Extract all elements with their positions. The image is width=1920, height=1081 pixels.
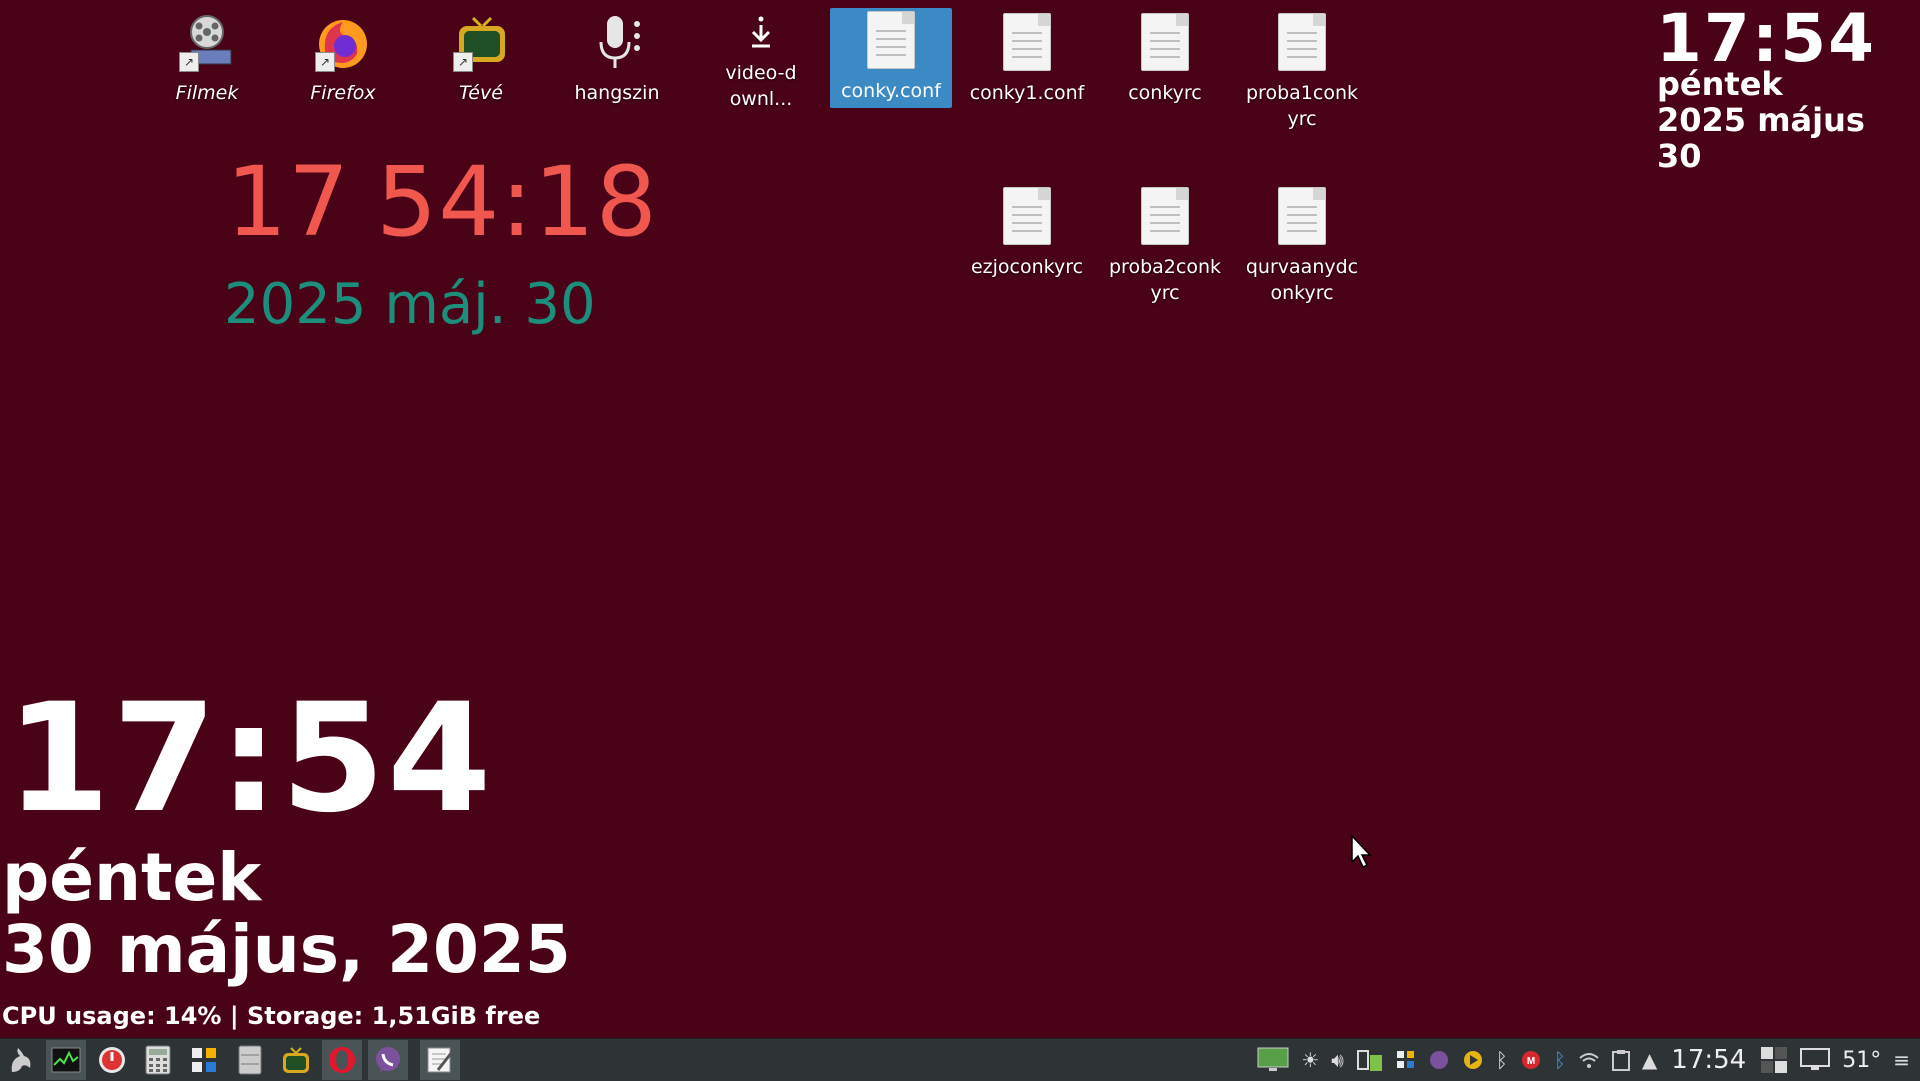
icon-label: Firefox [310, 82, 376, 104]
expand-arrow-icon[interactable]: ▲ [1642, 1048, 1657, 1072]
display-icon[interactable] [1257, 1047, 1289, 1073]
microphone-icon [585, 10, 649, 74]
apps-grid-icon[interactable] [1396, 1050, 1416, 1070]
clipboard-icon[interactable] [1611, 1049, 1630, 1071]
kdeconnect-icon[interactable] [1356, 1047, 1384, 1073]
desktop-icon-video-downloader[interactable]: video-downl... [700, 10, 822, 112]
bluetooth-alt-icon[interactable]: ᛒ [1554, 1048, 1566, 1072]
icon-label: conky1.conf [969, 82, 1085, 104]
tv-icon: ↗ [449, 10, 513, 74]
conky-center-clock: 17 54:18 [226, 146, 658, 258]
icon-label: proba1conkyrc [1246, 82, 1358, 130]
widgets-icon[interactable] [184, 1040, 224, 1080]
link-arrow-icon: ↗ [453, 52, 473, 72]
desktop-icon-conky-conf[interactable]: conky.conf [830, 8, 952, 108]
conky-system-stats: CPU usage: 14% | Storage: 1,51GiB free [2, 1002, 541, 1030]
icon-label: conky.conf [841, 80, 941, 102]
conky-center-date: 2025 máj. 30 [224, 272, 596, 337]
calculator-icon[interactable] [138, 1040, 178, 1080]
icon-label: video-downl... [725, 62, 797, 110]
tv-app-icon[interactable] [276, 1040, 316, 1080]
conky-center-hour: 17 [226, 146, 351, 258]
text-editor-icon[interactable] [420, 1040, 460, 1080]
conky-bottom-left-date: 30 május, 2025 [2, 911, 571, 988]
brightness-icon[interactable]: ☀ [1301, 1048, 1319, 1072]
bluetooth-icon[interactable]: ᛒ [1496, 1048, 1508, 1072]
conky-top-right-day: péntek [1657, 65, 1783, 103]
desktop-icon-firefox[interactable]: ↗ Firefox [282, 10, 404, 106]
taskbar-clock[interactable]: 17:54 [1671, 1045, 1746, 1075]
svg-text:M: M [1527, 1056, 1535, 1067]
link-arrow-icon: ↗ [315, 52, 335, 72]
conky-bottom-left-day: péntek [2, 839, 262, 916]
download-icon [729, 10, 793, 54]
icon-label: Tévé [459, 82, 503, 104]
text-file-icon [1133, 10, 1197, 74]
conky-center-min-sec: 54:18 [376, 146, 658, 258]
mega-icon[interactable]: M [1520, 1049, 1542, 1071]
file-cabinet-icon[interactable] [230, 1040, 270, 1080]
desktop-icon-conky1-conf[interactable]: conky1.conf [966, 10, 1088, 106]
conky-top-right-date: 2025 május 30 [1657, 101, 1865, 175]
desktop-icon-ezjoconkyrc[interactable]: ezjoconkyrc [966, 184, 1088, 280]
icon-label: ezjoconkyrc [970, 256, 1084, 278]
icon-label: proba2conkyrc [1109, 256, 1221, 304]
conky-bottom-left-time: 17:54 [6, 672, 494, 846]
monitor-temp-icon[interactable] [1800, 1048, 1831, 1072]
temperature-readout: 51° [1842, 1047, 1882, 1073]
desktop-icon-proba1conkyrc[interactable]: proba1conkyrc [1241, 10, 1363, 132]
desktop-pager-icon[interactable] [1760, 1046, 1788, 1074]
icon-label: conkyrc [1128, 82, 1202, 104]
firefox-icon: ↗ [311, 10, 375, 74]
desktop-icon-proba2conkyrc[interactable]: proba2conkyrc [1104, 184, 1226, 306]
system-tray: ☀ 🔊︎ ᛒ M ᛒ ▲ 17:54 51° ≡ [1251, 1039, 1920, 1081]
power-icon[interactable] [92, 1040, 132, 1080]
wifi-icon[interactable] [1578, 1050, 1600, 1070]
text-file-icon [1133, 184, 1197, 248]
viber-icon[interactable] [368, 1040, 408, 1080]
icon-label: Filmek [175, 82, 239, 104]
text-file-icon [1270, 10, 1334, 74]
hamburger-menu-icon[interactable]: ≡ [1893, 1048, 1910, 1072]
text-file-icon [1270, 184, 1334, 248]
desktop-icon-teve[interactable]: ↗ Tévé [420, 10, 542, 106]
media-player-icon[interactable] [1462, 1049, 1484, 1071]
desktop-icon-qurvaanydconkyrc[interactable]: qurvaanydconkyrc [1241, 184, 1363, 306]
desktop-icon-hangszin[interactable]: hangszin [556, 10, 678, 106]
desktop-icon-filmek[interactable]: ↗ Filmek [146, 10, 268, 106]
text-file-icon [859, 8, 923, 72]
film-reel-icon: ↗ [175, 10, 239, 74]
system-monitor-icon[interactable] [46, 1040, 86, 1080]
text-file-icon [995, 184, 1059, 248]
volume-icon[interactable]: 🔊︎ [1331, 1048, 1344, 1072]
icon-label: hangszin [574, 82, 660, 104]
link-arrow-icon: ↗ [179, 52, 199, 72]
viber-tray-icon[interactable] [1428, 1049, 1450, 1071]
app-menu-icon[interactable] [0, 1040, 40, 1080]
opera-icon[interactable] [322, 1040, 362, 1080]
icon-label: qurvaanydconkyrc [1245, 256, 1359, 304]
taskbar: ☀ 🔊︎ ᛒ M ᛒ ▲ 17:54 51° ≡ [0, 1038, 1920, 1081]
text-file-icon [995, 10, 1059, 74]
desktop-icon-conkyrc[interactable]: conkyrc [1104, 10, 1226, 106]
